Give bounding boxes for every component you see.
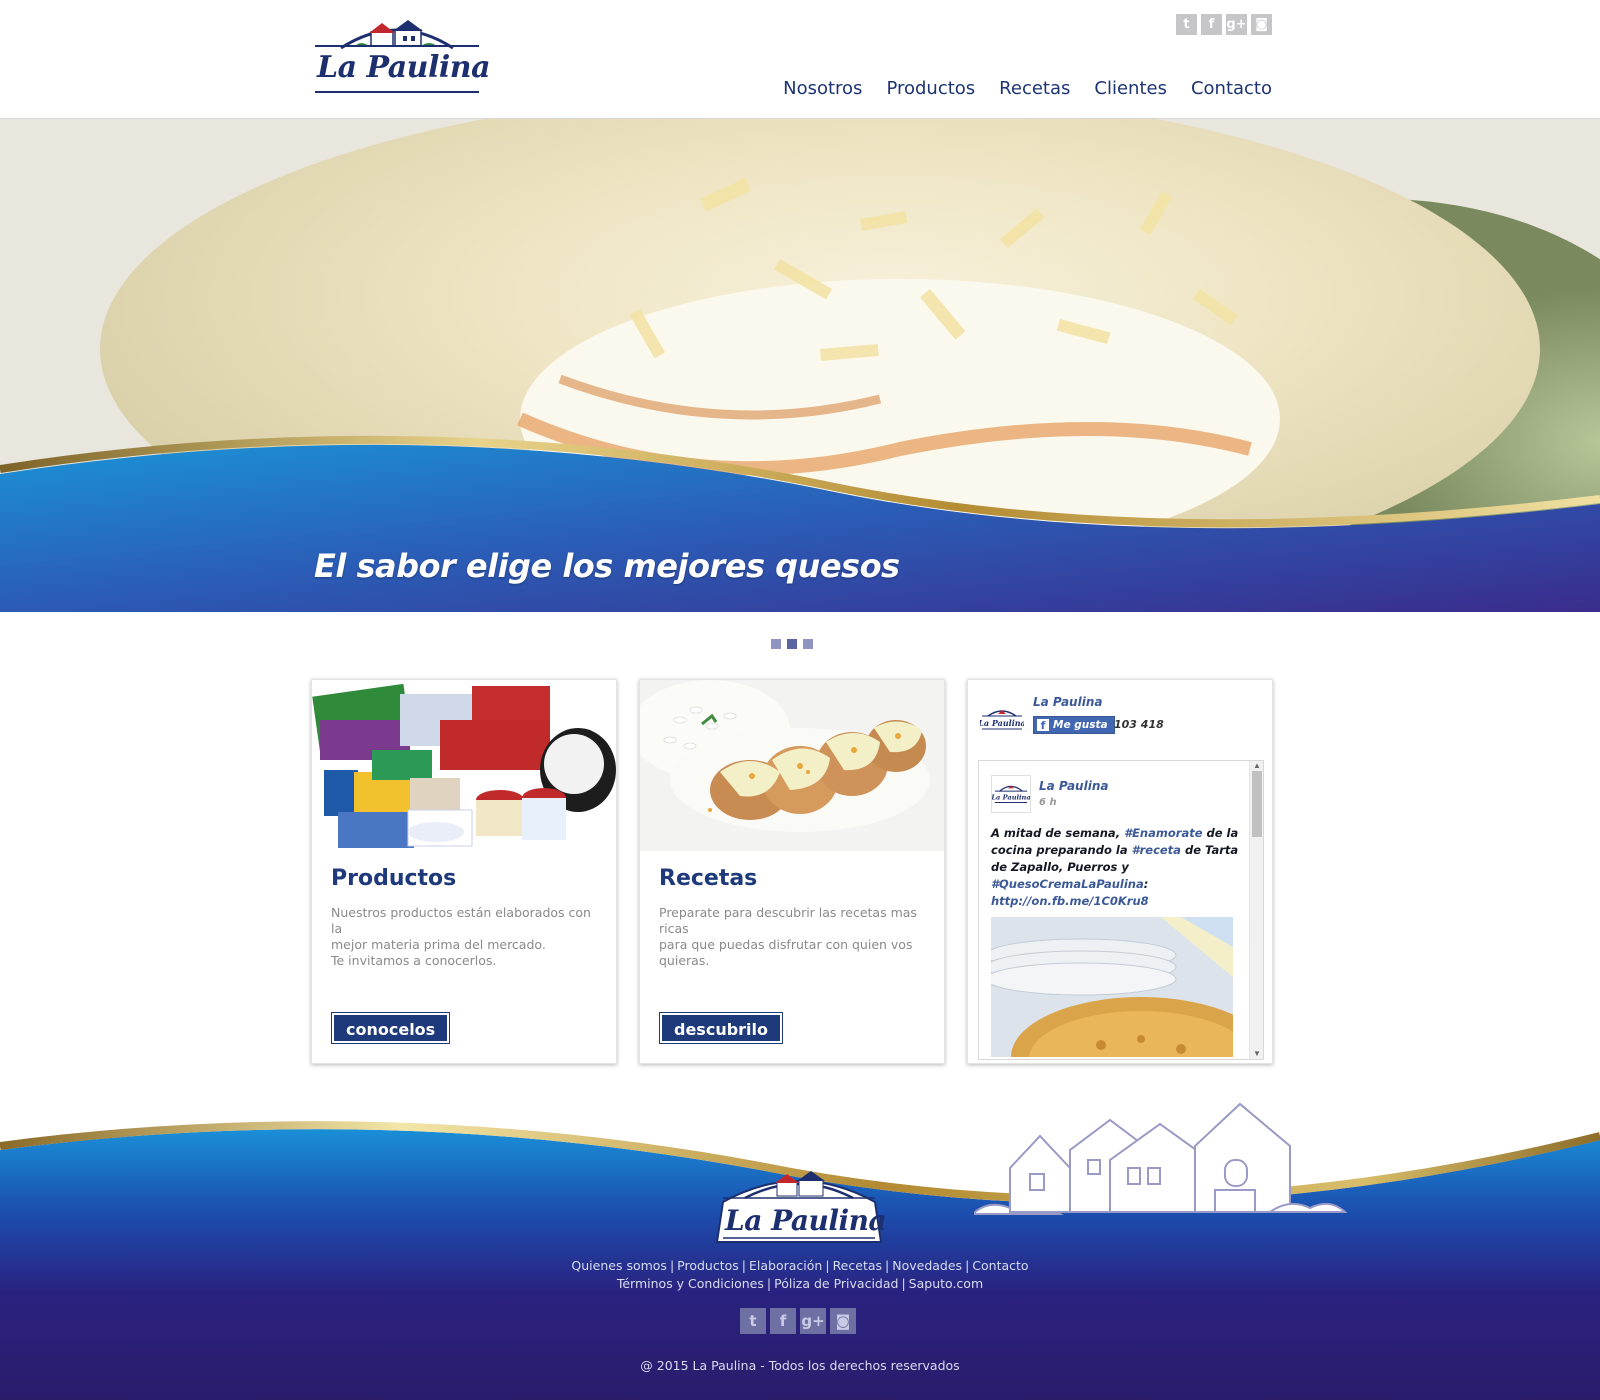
fb-post-author[interactable]: La Paulina <box>1039 779 1108 793</box>
fb-page-name[interactable]: La Paulina <box>1033 695 1102 709</box>
svg-text:La Paulina: La Paulina <box>991 794 1031 802</box>
card-recetas: Recetas Preparate para descubrir las rec… <box>639 679 945 1064</box>
footer-link-quienes-somos[interactable]: Quienes somos <box>571 1258 667 1273</box>
card-productos-desc-line: Nuestros productos están elaborados con … <box>331 905 591 936</box>
fb-like-button[interactable]: f Me gusta <box>1033 716 1115 734</box>
recetas-image[interactable] <box>640 680 944 851</box>
fb-post-avatar[interactable]: La Paulina <box>991 775 1031 813</box>
card-recetas-desc-line: quieras. <box>659 953 710 968</box>
site-footer: La Paulina Quienes somos | Productos | Elabo… <box>0 1090 1600 1400</box>
card-productos-description: Nuestros productos están elaborados con … <box>331 905 601 969</box>
la-paulina-logo[interactable]: La Paulina <box>311 18 491 96</box>
fb-post-text: A mitad de semana, #Enamorate de la coci… <box>991 825 1241 910</box>
descubrilo-button[interactable]: descubrilo <box>658 1012 784 1044</box>
copyright-text: @ 2015 La Paulina - Todos los derechos r… <box>640 1358 960 1373</box>
footer-link-saputo[interactable]: Saputo.com <box>909 1276 983 1291</box>
fb-post-image[interactable] <box>991 917 1233 1057</box>
fb-hashtag-enamorate[interactable]: #Enamorate <box>1124 826 1202 840</box>
nav-contacto[interactable]: Contacto <box>1191 78 1272 99</box>
footer-link-novedades[interactable]: Novedades <box>892 1258 962 1273</box>
slider-dot-2[interactable] <box>787 639 797 649</box>
twitter-icon[interactable]: t <box>1176 14 1197 35</box>
facebook-icon[interactable]: f <box>1201 14 1222 35</box>
instagram-icon[interactable]: ◙ <box>1251 14 1272 35</box>
nav-recetas[interactable]: Recetas <box>999 78 1070 99</box>
hero-banner: El sabor elige los mejores quesos <box>0 119 1600 612</box>
separator: | <box>669 1258 675 1273</box>
card-recetas-title: Recetas <box>659 866 758 891</box>
farmhouse-illustration <box>974 1102 1348 1215</box>
recipe-dish-illustration <box>640 680 944 851</box>
footer-logo[interactable]: La Paulina <box>715 1168 887 1248</box>
fb-feed[interactable]: La Paulina La Paulina 6 h A mitad de sem… <box>978 760 1264 1060</box>
separator: | <box>741 1258 747 1273</box>
cheese-products-illustration <box>312 680 616 851</box>
fb-post-time[interactable]: 6 h <box>1039 797 1057 808</box>
separator: | <box>965 1258 970 1273</box>
google-plus-icon[interactable]: g+ <box>800 1308 826 1334</box>
footer-link-recetas[interactable]: Recetas <box>833 1258 882 1273</box>
header-social-links: t f g+ ◙ <box>1176 14 1272 35</box>
separator: | <box>901 1276 906 1291</box>
main-nav: Nosotros Productos Recetas Clientes Cont… <box>783 78 1272 99</box>
fb-page-logo[interactable]: La Paulina <box>980 706 1024 730</box>
fb-hashtag-quesocrema[interactable]: #QuesoCremaLaPaulina <box>991 877 1144 891</box>
slider-dot-3[interactable] <box>803 639 813 649</box>
footer-link-productos[interactable]: Productos <box>677 1258 739 1273</box>
fb-post-link[interactable]: http://on.fb.me/1C0Kru8 <box>991 894 1149 908</box>
hero-title: El sabor elige los mejores quesos <box>314 547 900 585</box>
card-recetas-description: Preparate para descubrir las recetas mas… <box>659 905 929 969</box>
footer-logo-wordmark: La Paulina <box>725 1204 887 1237</box>
google-plus-icon[interactable]: g+ <box>1226 14 1247 35</box>
fb-like-label: Me gusta <box>1053 719 1108 731</box>
footer-link-terminos[interactable]: Términos y Condiciones <box>617 1276 764 1291</box>
footer-social-links: t f g+ ◙ <box>740 1308 856 1334</box>
facebook-icon[interactable]: f <box>770 1308 796 1334</box>
nav-clientes[interactable]: Clientes <box>1094 78 1167 99</box>
hero-food-image <box>0 119 1600 612</box>
logo-wordmark: La Paulina <box>317 50 491 85</box>
facebook-f-icon: f <box>1037 719 1049 732</box>
nav-nosotros[interactable]: Nosotros <box>783 78 862 99</box>
facebook-widget: La Paulina La Paulina f Me gusta 103 418… <box>967 679 1273 1064</box>
scroll-down-icon[interactable]: ▼ <box>1253 1050 1261 1058</box>
svg-text:La Paulina: La Paulina <box>980 718 1024 728</box>
scrollbar-thumb[interactable] <box>1252 771 1262 837</box>
site-header: La Paulina t f g+ ◙ Nosotros Productos R… <box>0 0 1600 119</box>
footer-link-contacto[interactable]: Contacto <box>972 1258 1028 1273</box>
card-recetas-desc-line: Preparate para descubrir las recetas mas… <box>659 905 917 936</box>
footer-links-primary: Quienes somos | Productos | Elaboración | Rece… <box>0 1258 1600 1273</box>
fb-feed-scrollbar[interactable]: ▲ ▼ <box>1249 761 1263 1059</box>
footer-links-secondary: Términos y Condiciones | Póliza de Privaci… <box>0 1276 1600 1291</box>
card-productos-desc-line: Te invitamos a conocerlos. <box>331 953 497 968</box>
nav-productos[interactable]: Productos <box>886 78 975 99</box>
conocelos-button[interactable]: conocelos <box>330 1012 451 1044</box>
card-productos: Productos Nuestros productos están elabo… <box>311 679 617 1064</box>
footer-link-elaboracion[interactable]: Elaboración <box>749 1258 822 1273</box>
fb-post-text-part: A mitad de semana, <box>991 826 1125 840</box>
footer-link-privacidad[interactable]: Póliza de Privacidad <box>774 1276 898 1291</box>
card-productos-desc-line: mejor materia prima del mercado. <box>331 937 546 952</box>
fb-hashtag-receta[interactable]: #receta <box>1132 843 1181 857</box>
slider-dot-1[interactable] <box>771 639 781 649</box>
productos-image[interactable] <box>312 680 616 851</box>
scroll-up-icon[interactable]: ▲ <box>1253 762 1261 770</box>
slider-dots <box>771 639 813 649</box>
instagram-icon[interactable]: ◙ <box>830 1308 856 1334</box>
separator: | <box>825 1258 830 1273</box>
twitter-icon[interactable]: t <box>740 1308 766 1334</box>
card-productos-title: Productos <box>331 866 457 891</box>
separator: | <box>766 1276 772 1291</box>
fb-like-count: 103 418 <box>1114 718 1164 731</box>
tart-photo <box>991 917 1233 1057</box>
card-recetas-desc-line: para que puedas disfrutar con quien vos <box>659 937 913 952</box>
separator: | <box>885 1258 890 1273</box>
fb-post-text-part: : <box>1143 877 1149 891</box>
